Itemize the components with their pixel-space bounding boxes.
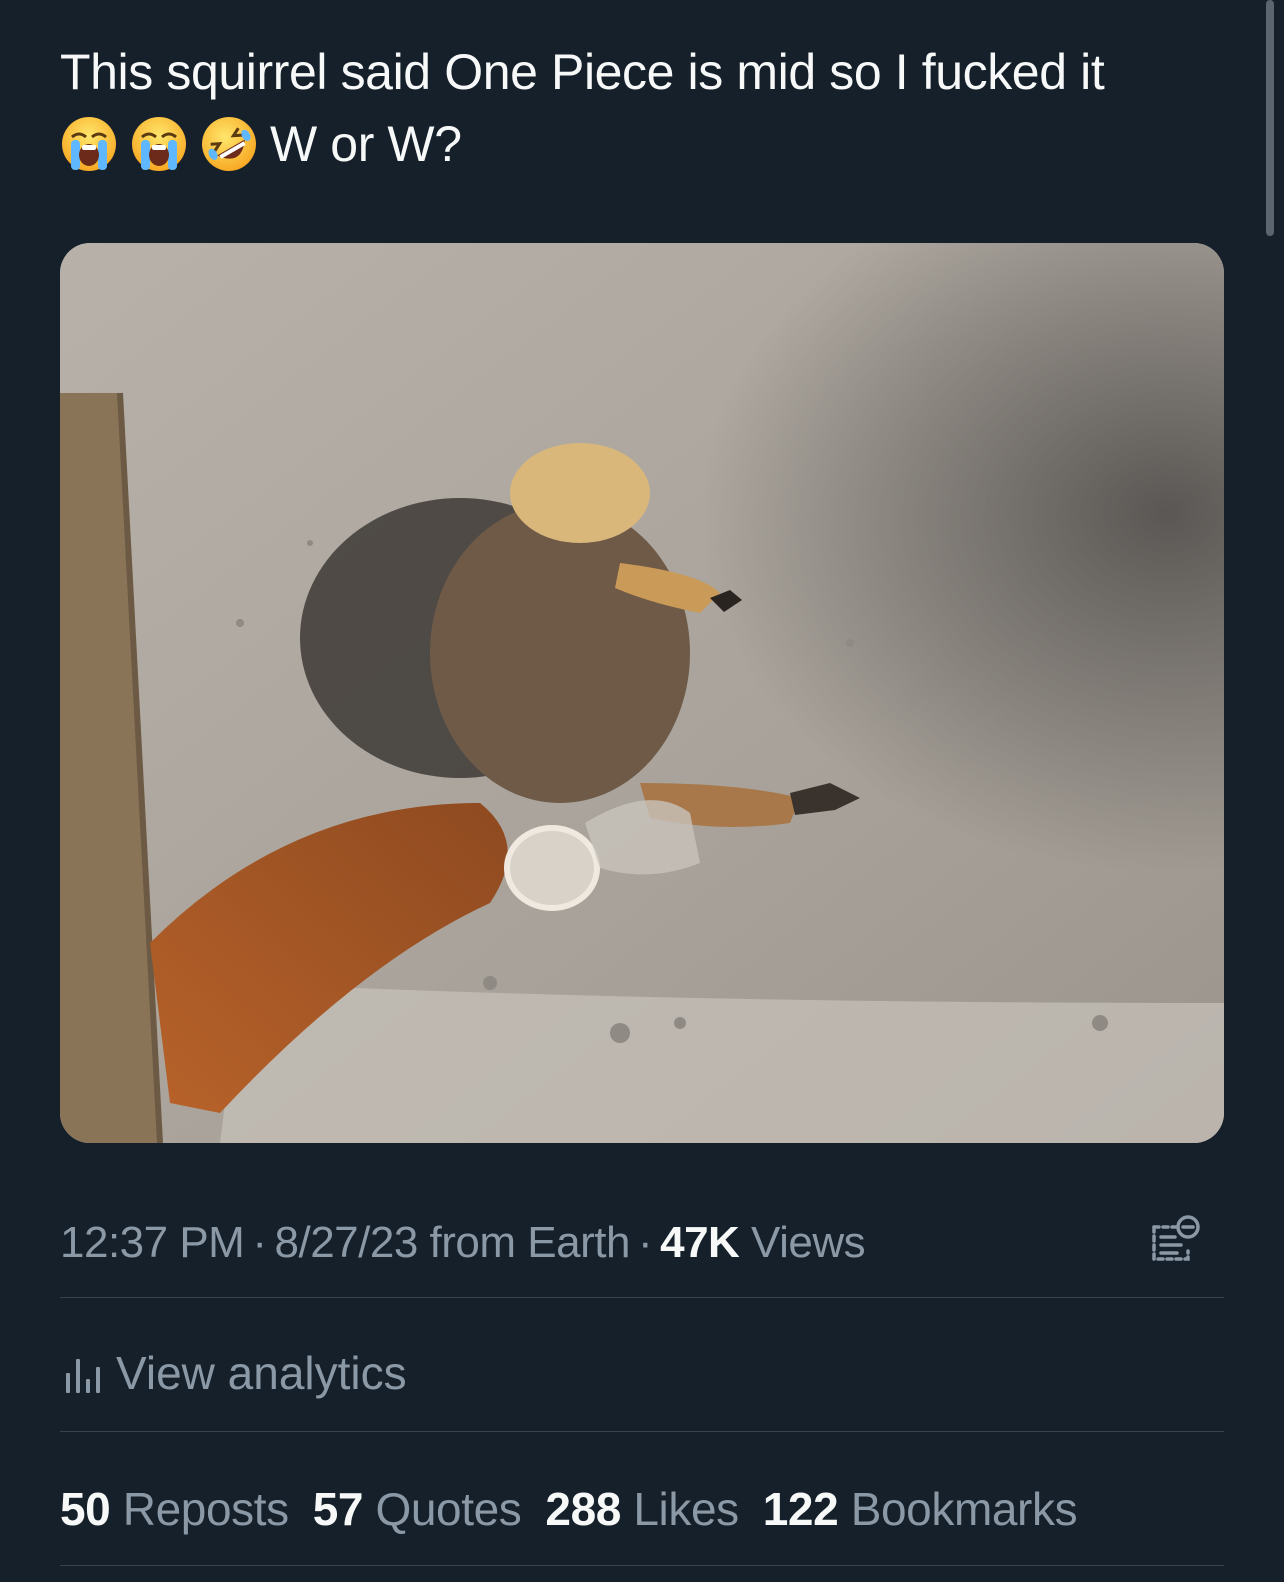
tweet-meta: 12:37 PM · 8/27/23 from Earth · 47K Views: [60, 1215, 866, 1271]
likes-label: Likes: [633, 1483, 739, 1535]
tweet-text-line-2: W or W?: [60, 108, 1220, 180]
tweet-date[interactable]: 8/27/23: [275, 1218, 419, 1267]
views-count: 47K: [660, 1218, 740, 1267]
likes-count: 288: [545, 1483, 621, 1535]
tweet-image[interactable]: [60, 243, 1224, 1143]
squirrel-photo: [60, 243, 1224, 1143]
tweet-time[interactable]: 12:37 PM: [60, 1218, 245, 1267]
views-label: Views: [751, 1218, 866, 1267]
divider: [60, 1565, 1224, 1566]
likes-stat[interactable]: 288 Likes: [545, 1483, 739, 1535]
reposts-count: 50: [60, 1483, 111, 1535]
scrollbar[interactable]: [1266, 0, 1274, 236]
bookmarks-label: Bookmarks: [850, 1483, 1078, 1535]
bookmarks-stat[interactable]: 122 Bookmarks: [762, 1483, 1078, 1535]
bookmarks-count: 122: [762, 1483, 839, 1535]
engagement-stats: 50 Reposts 57 Quotes 288 Likes 122 Bookmark…: [60, 1481, 1101, 1537]
tweet-text: This squirrel said One Piece is mid so I…: [60, 36, 1220, 180]
tweet-source: from Earth: [429, 1218, 631, 1267]
loudly-crying-face-icon: [62, 117, 116, 171]
loudly-crying-face-icon: [132, 117, 186, 171]
community-note-icon[interactable]: [1148, 1213, 1202, 1267]
meta-separator: ·: [637, 1218, 653, 1267]
reposts-label: Reposts: [122, 1483, 289, 1535]
view-analytics-button[interactable]: View analytics: [64, 1345, 407, 1401]
divider: [60, 1297, 1224, 1298]
quotes-count: 57: [312, 1483, 364, 1535]
bar-chart-icon: [66, 1359, 100, 1393]
tweet-text-suffix: W or W?: [270, 116, 462, 172]
view-analytics-label: View analytics: [116, 1347, 407, 1399]
meta-separator: ·: [252, 1218, 267, 1267]
reposts-stat[interactable]: 50 Reposts: [60, 1483, 289, 1535]
divider: [60, 1431, 1224, 1432]
tweet-text-line-1: This squirrel said One Piece is mid so I…: [60, 44, 1105, 100]
quotes-stat[interactable]: 57 Quotes: [313, 1483, 522, 1535]
quotes-label: Quotes: [375, 1483, 522, 1535]
rolling-on-floor-laughing-icon: [202, 116, 256, 171]
